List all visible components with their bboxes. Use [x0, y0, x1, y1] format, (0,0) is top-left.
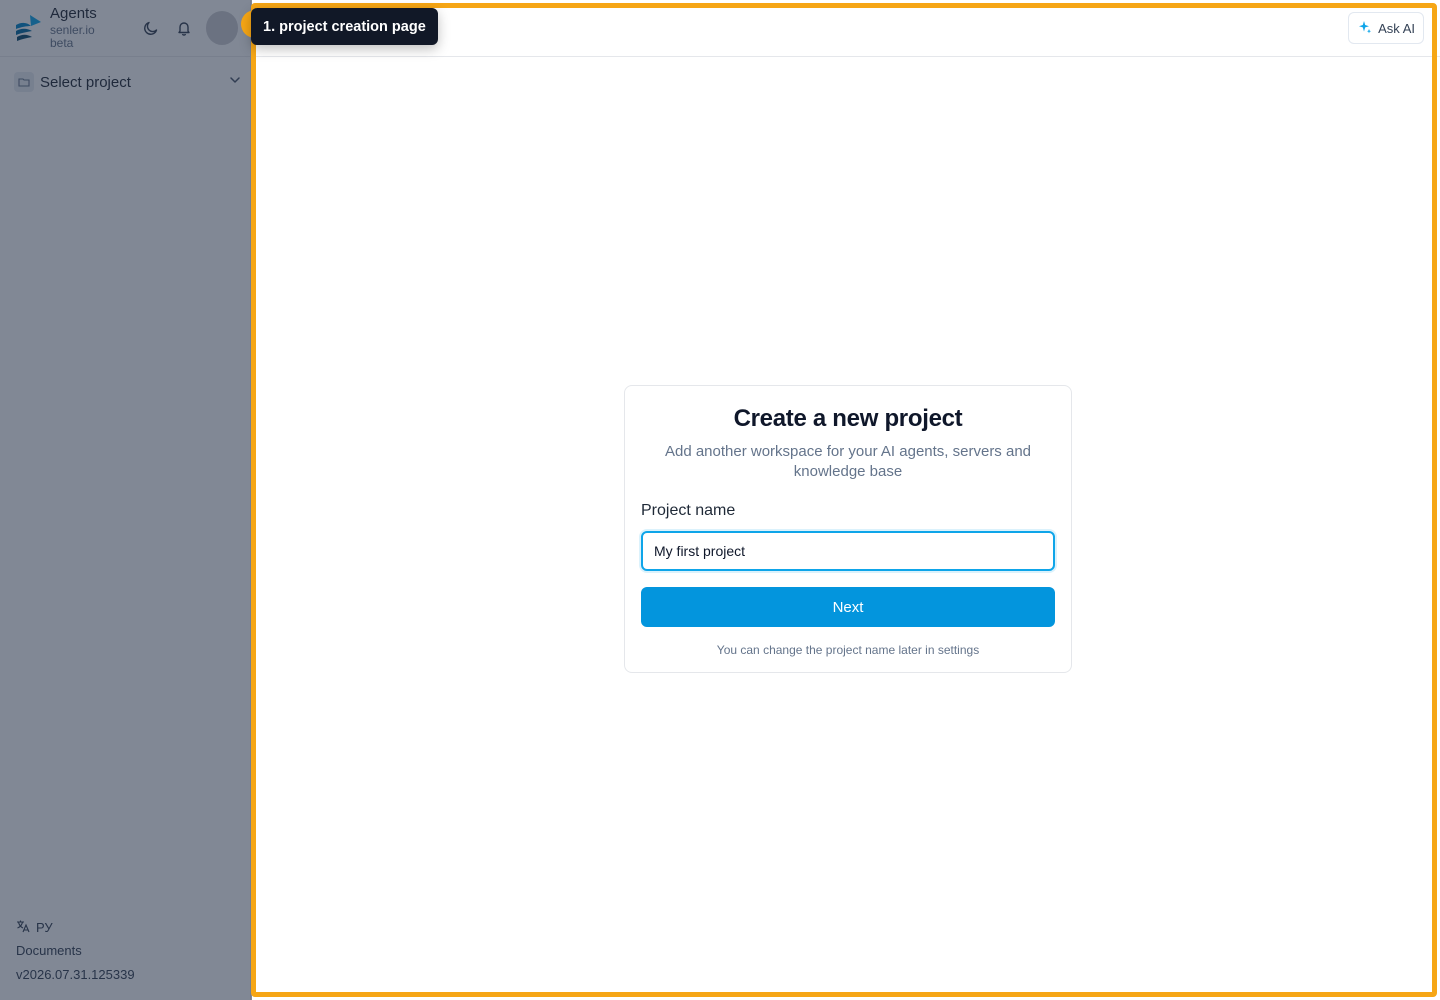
brand: Agents senler.io beta	[50, 4, 118, 51]
project-name-input[interactable]	[641, 531, 1055, 571]
bell-icon[interactable]	[173, 16, 196, 40]
next-button[interactable]: Next	[641, 587, 1055, 627]
language-switch[interactable]: РУ	[16, 918, 135, 936]
documents-link[interactable]: Documents	[16, 940, 135, 960]
ask-ai-button[interactable]: Ask AI	[1348, 12, 1424, 44]
ask-ai-label: Ask AI	[1378, 20, 1415, 36]
tour-tooltip: 1. project creation page	[251, 8, 438, 45]
app-name: Agents	[50, 4, 97, 22]
card-description: Add another workspace for your AI agents…	[664, 443, 1032, 480]
language-label: РУ	[36, 919, 53, 935]
translate-icon	[16, 919, 30, 936]
version-label: v2026.07.31.125339	[16, 966, 135, 982]
project-name-label: Project name	[641, 502, 736, 519]
sidebar-header: Agents senler.io beta	[0, 0, 250, 57]
app-subtitle: senler.io beta	[50, 23, 95, 51]
card-hint: You can change the project name later in…	[716, 643, 980, 657]
moon-icon[interactable]	[140, 16, 163, 40]
logo-icon[interactable]	[12, 12, 44, 44]
avatar[interactable]	[205, 11, 238, 45]
card-title: Create a new project	[733, 405, 963, 432]
sparkle-icon	[1358, 20, 1372, 37]
project-select-label: Select project	[40, 73, 131, 91]
main-content: Ask AI Create a new project Add another …	[252, 0, 1440, 1000]
create-project-card: Create a new project Add another workspa…	[624, 385, 1072, 673]
folder-icon	[14, 72, 34, 92]
chevron-down-icon	[228, 73, 242, 92]
project-select[interactable]: Select project	[14, 69, 242, 95]
sidebar: Agents senler.io beta Select project РУ …	[0, 0, 251, 1000]
sidebar-footer: РУ Documents v2026.07.31.125339	[16, 918, 135, 984]
